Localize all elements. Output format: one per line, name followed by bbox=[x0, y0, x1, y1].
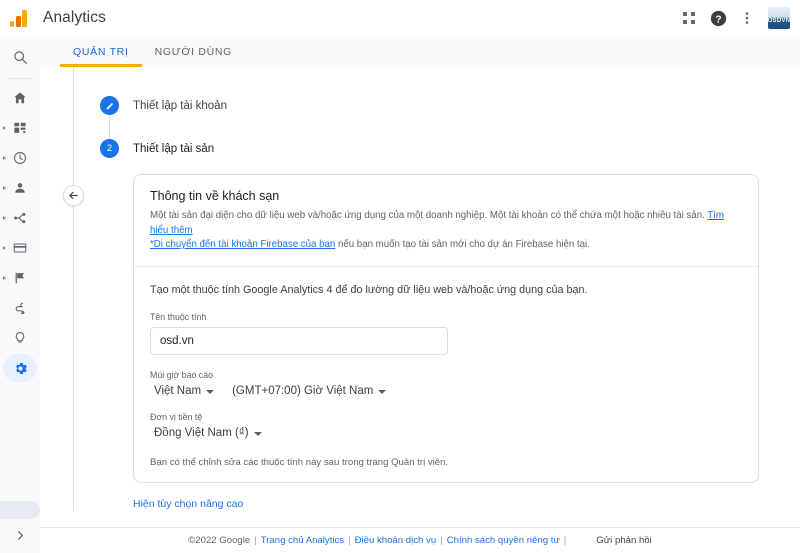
step-2-badge: 2 bbox=[100, 139, 119, 158]
rail-bottom bbox=[0, 501, 40, 553]
back-button[interactable] bbox=[63, 185, 84, 206]
currency-value: Đồng Việt Nam (₫) bbox=[154, 426, 249, 439]
step-1-label: Thiết lập tài khoản bbox=[133, 100, 227, 112]
avatar[interactable]: OSDVN bbox=[768, 7, 790, 29]
show-advanced-options-link[interactable]: Hiện tùy chọn nâng cao bbox=[133, 498, 243, 510]
currency-field: Đơn vị tiền tệ Đồng Việt Nam (₫) bbox=[150, 411, 742, 439]
step-connector-1 bbox=[109, 115, 110, 141]
tab-users[interactable]: NGƯỜI DÙNG bbox=[142, 37, 245, 67]
rail-divider bbox=[7, 78, 33, 79]
footer-separator-4: | bbox=[563, 535, 567, 546]
svg-text:?: ? bbox=[715, 14, 721, 25]
chevron-down-icon bbox=[378, 389, 387, 394]
currency-select[interactable]: Đồng Việt Nam (₫) bbox=[154, 427, 262, 439]
more-vert-icon[interactable] bbox=[733, 4, 761, 32]
help-circle-icon[interactable]: ? bbox=[704, 4, 732, 32]
step-2-label: Thiết lập tài sản bbox=[133, 143, 215, 155]
footer-copyright: ©2022 Google bbox=[188, 535, 251, 546]
chevron-right-icon[interactable] bbox=[5, 523, 35, 547]
expand-caret-icon bbox=[3, 126, 6, 130]
chevron-down-icon bbox=[206, 389, 215, 394]
explore-icon bbox=[15, 302, 25, 315]
property-setup-card: Thông tin về khách sạn Một tài sản đại d… bbox=[133, 174, 759, 483]
timezone-zone-value: (GMT+07:00) Giờ Việt Nam bbox=[232, 384, 374, 397]
setup-steps: Thiết lập tài khoản 2 Thiết lập tài sản … bbox=[100, 67, 800, 527]
app-title: Analytics bbox=[43, 9, 106, 26]
home-icon bbox=[14, 92, 26, 104]
card-description: Một tài sản đại diện cho dữ liệu web và/… bbox=[150, 209, 742, 253]
property-name-field: Tên thuộc tính bbox=[150, 311, 742, 355]
sidebar-item-acquisition[interactable] bbox=[0, 203, 40, 233]
firebase-migrate-link[interactable]: *Di chuyển đến tài khoản Firebase của bạ… bbox=[150, 239, 335, 250]
apps-grid-icon[interactable] bbox=[675, 4, 703, 32]
card-info-section: Thông tin về khách sạn Một tài sản đại d… bbox=[134, 175, 758, 267]
sidebar-item-admin[interactable] bbox=[0, 353, 40, 383]
footer-link-terms[interactable]: Điều khoản dịch vụ bbox=[355, 535, 437, 546]
timezone-field: Múi giờ báo cáo Việt Nam (GMT+07:00) Giờ… bbox=[150, 369, 742, 397]
timezone-selects: Việt Nam (GMT+07:00) Giờ Việt Nam bbox=[150, 385, 742, 397]
tab-bar: QUẢN TRỊ NGƯỜI DÙNG bbox=[40, 37, 800, 67]
workspace: Thiết lập tài khoản 2 Thiết lập tài sản … bbox=[40, 67, 800, 527]
vertical-divider bbox=[73, 67, 74, 511]
sidebar-item-explore[interactable] bbox=[0, 293, 40, 323]
top-bar: Analytics ? OSDVN bbox=[0, 0, 800, 37]
sidebar-item-home[interactable] bbox=[0, 83, 40, 113]
footer-separator-3: | bbox=[440, 535, 443, 546]
footer-separator-2: | bbox=[348, 535, 351, 546]
card-desc-text-2: nếu bạn muốn tạo tài sản mới cho dự án F… bbox=[335, 239, 590, 250]
footer: ©2022 Google | Trang chủ Analytics | Điề… bbox=[40, 527, 800, 553]
sidebar-item-user[interactable] bbox=[0, 173, 40, 203]
rail-expand-highlight bbox=[0, 501, 40, 519]
gear-icon bbox=[15, 362, 27, 374]
currency-selects: Đồng Việt Nam (₫) bbox=[150, 427, 742, 439]
lightbulb-icon bbox=[15, 332, 25, 343]
person-icon bbox=[15, 183, 25, 193]
sidebar-item-realtime[interactable] bbox=[0, 143, 40, 173]
currency-label: Đơn vị tiền tệ bbox=[150, 411, 203, 422]
timezone-zone-select[interactable]: (GMT+07:00) Giờ Việt Nam bbox=[232, 384, 387, 397]
card-desc-text-1: Một tài sản đại diện cho dữ liệu web và/… bbox=[150, 210, 708, 221]
expand-caret-icon bbox=[3, 216, 6, 220]
expand-caret-icon bbox=[3, 246, 6, 250]
left-nav-rail bbox=[0, 37, 40, 553]
avatar-label: OSDVN bbox=[768, 18, 790, 24]
card-form-section: Tạo một thuộc tính Google Analytics 4 để… bbox=[134, 267, 758, 482]
step-1-badge bbox=[100, 96, 119, 115]
expand-caret-icon bbox=[3, 186, 6, 190]
footer-separator-1: | bbox=[254, 535, 257, 546]
chevron-down-icon bbox=[253, 431, 262, 436]
timezone-country-select[interactable]: Việt Nam bbox=[154, 384, 215, 397]
timezone-country-value: Việt Nam bbox=[154, 384, 202, 397]
footer-link-privacy[interactable]: Chính sách quyền riêng tư bbox=[447, 535, 560, 546]
step-account-setup[interactable]: Thiết lập tài khoản bbox=[100, 96, 800, 115]
analytics-app-window: Analytics ? OSDVN QUẢN TRỊ NGƯỜI DÙNG Th… bbox=[0, 0, 800, 553]
google-analytics-logo-icon bbox=[10, 9, 30, 27]
property-name-input[interactable] bbox=[150, 326, 448, 355]
footer-link-analytics-home[interactable]: Trang chủ Analytics bbox=[261, 535, 344, 546]
timezone-label: Múi giờ báo cáo bbox=[150, 369, 213, 380]
sidebar-item-retention[interactable] bbox=[0, 263, 40, 293]
flag-icon bbox=[15, 272, 25, 284]
share-nodes-icon bbox=[14, 212, 26, 224]
arrow-left-icon bbox=[69, 191, 78, 200]
property-name-label: Tên thuộc tính bbox=[150, 311, 207, 322]
top-bar-actions: ? OSDVN bbox=[675, 4, 800, 32]
tab-admin[interactable]: QUẢN TRỊ bbox=[60, 37, 142, 67]
card-title: Thông tin về khách sạn bbox=[150, 189, 280, 203]
sidebar-item-reports[interactable] bbox=[0, 113, 40, 143]
sidebar-item-monetization[interactable] bbox=[0, 233, 40, 263]
sidebar-item-advertising[interactable] bbox=[0, 323, 40, 353]
clock-icon bbox=[14, 152, 26, 164]
expand-caret-icon bbox=[3, 276, 6, 280]
form-intro: Tạo một thuộc tính Google Analytics 4 để… bbox=[150, 283, 588, 296]
search-icon[interactable] bbox=[0, 37, 40, 77]
expand-caret-icon bbox=[3, 156, 6, 160]
edit-pencil-icon bbox=[106, 102, 113, 109]
logo-container bbox=[0, 9, 40, 27]
card-note: Bạn có thể chỉnh sửa các thuộc tính này … bbox=[150, 456, 449, 468]
reports-grid-icon bbox=[14, 122, 26, 134]
send-feedback-link[interactable]: Gửi phản hồi bbox=[596, 535, 652, 546]
card-icon bbox=[13, 243, 27, 253]
step-property-setup: 2 Thiết lập tài sản bbox=[100, 139, 800, 158]
